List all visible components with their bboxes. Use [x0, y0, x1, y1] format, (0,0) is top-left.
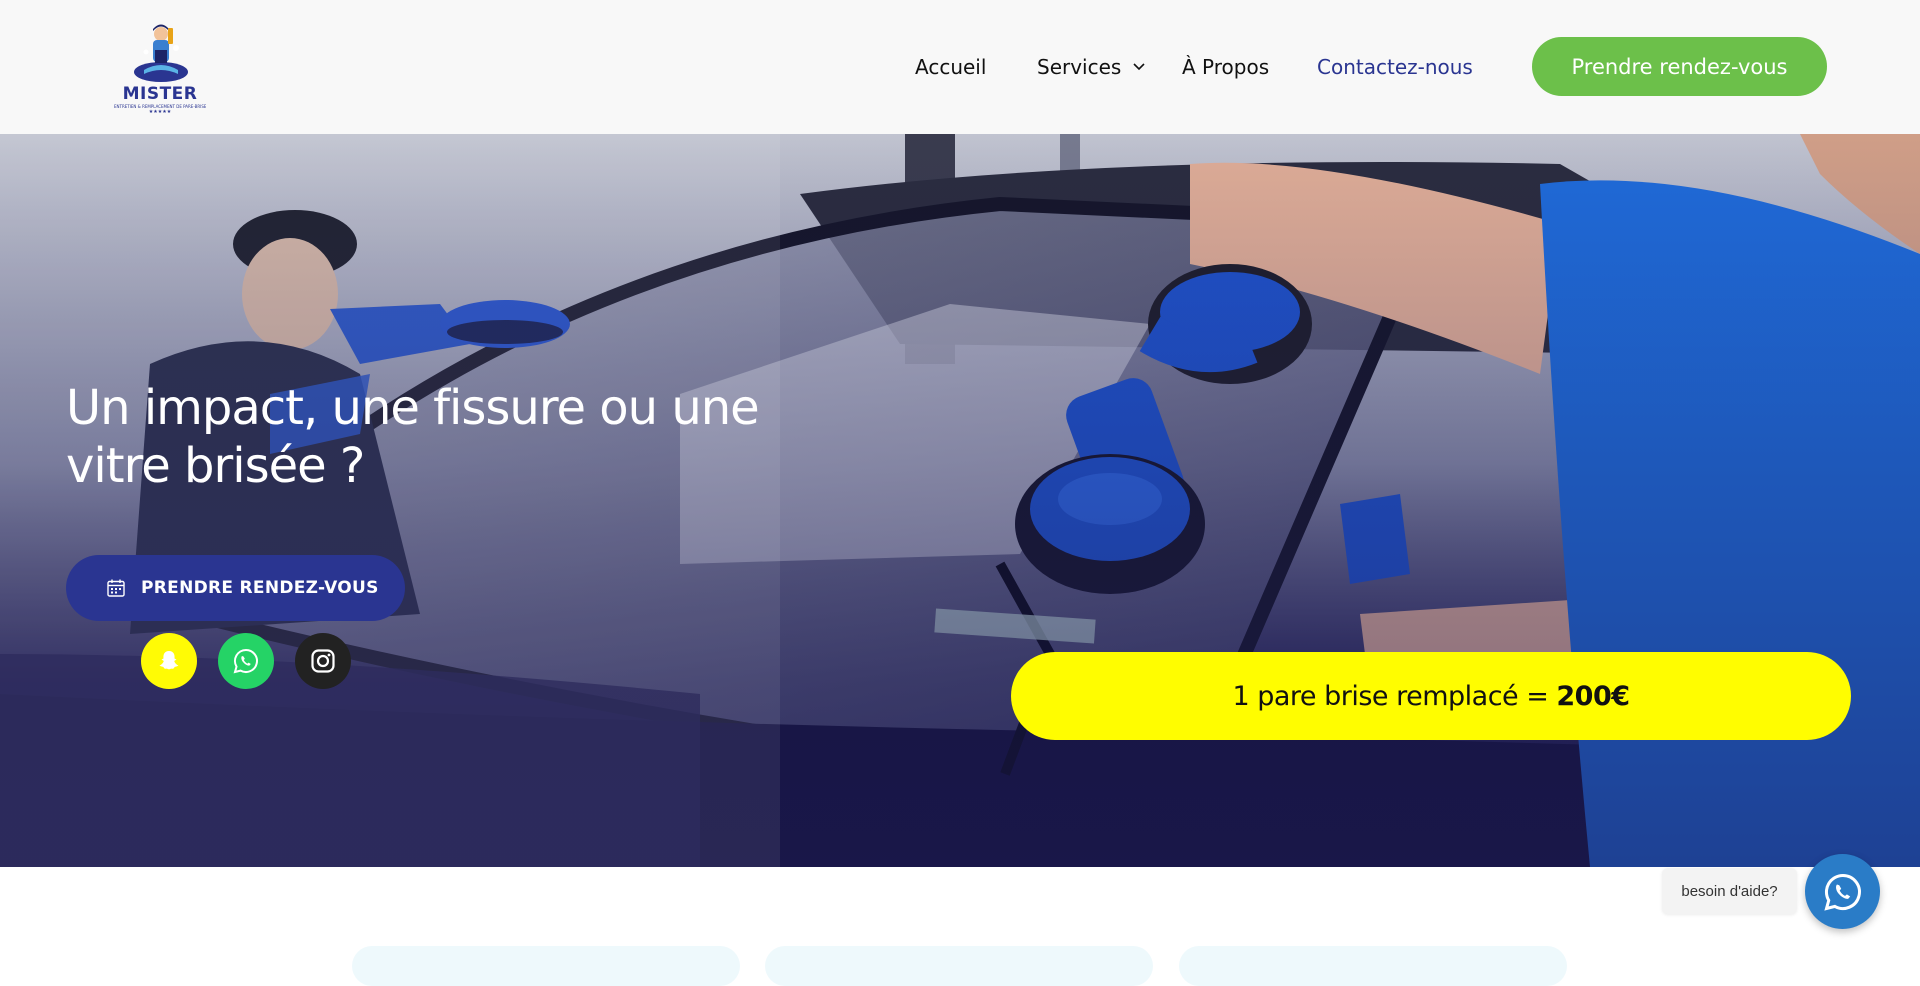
hero-appointment-label: PRENDRE RENDEZ-VOUS: [141, 578, 379, 598]
snapchat-icon: [159, 651, 179, 670]
mascot-logo-icon: [134, 24, 188, 82]
whatsapp-icon: [233, 648, 258, 674]
nav-services-label: Services: [1037, 55, 1122, 79]
hero-section: Un impact, une fissure ou une vitre bris…: [0, 134, 1920, 867]
whatsapp-link[interactable]: [218, 633, 274, 689]
whatsapp-chat-button[interactable]: [1805, 854, 1880, 929]
service-card[interactable]: [352, 946, 740, 986]
price-promo-banner: 1 pare brise remplacé = 200€: [1011, 652, 1851, 740]
chevron-down-icon: [1133, 63, 1145, 71]
nav-apropos-link[interactable]: À Propos: [1182, 55, 1269, 79]
logo-name: MISTER: [122, 84, 198, 104]
service-card[interactable]: [1179, 946, 1567, 986]
book-appointment-button[interactable]: Prendre rendez-vous: [1532, 37, 1827, 96]
instagram-link[interactable]: [295, 633, 351, 689]
hero-appointment-button[interactable]: PRENDRE RENDEZ-VOUS: [66, 555, 405, 621]
whatsapp-icon: [1823, 873, 1861, 911]
logo-stars: ★★★★★: [148, 109, 172, 115]
nav-services-dropdown[interactable]: Services: [1037, 55, 1145, 79]
help-tooltip[interactable]: besoin d'aide?: [1662, 868, 1797, 914]
instagram-icon: [311, 649, 335, 673]
site-header: MISTER ENTRETIEN & REMPLACEMENT DE PARE-…: [0, 0, 1920, 134]
logo[interactable]: MISTER ENTRETIEN & REMPLACEMENT DE PARE-…: [112, 22, 208, 115]
hero-title: Un impact, une fissure ou une vitre bris…: [66, 380, 760, 494]
promo-text: 1 pare brise remplacé =: [1232, 680, 1549, 712]
service-card[interactable]: [765, 946, 1153, 986]
snapchat-link[interactable]: [141, 633, 197, 689]
hero-background-image: [0, 134, 1920, 867]
nav-contact-link[interactable]: Contactez-nous: [1317, 55, 1473, 79]
calendar-icon: [107, 579, 125, 597]
promo-price: 200€: [1556, 680, 1630, 712]
nav-accueil-link[interactable]: Accueil: [915, 55, 986, 79]
